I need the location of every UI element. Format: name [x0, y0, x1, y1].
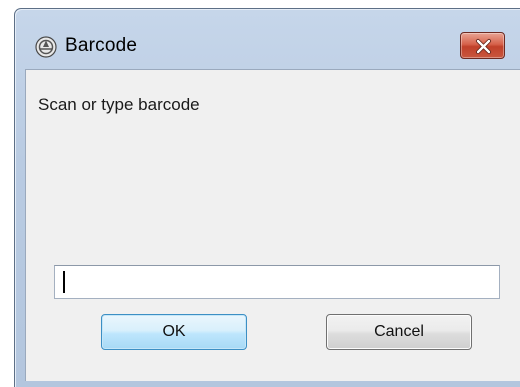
- dialog-body: Scan or type barcode OK Cancel: [25, 69, 520, 381]
- close-icon: [461, 33, 504, 58]
- cancel-button[interactable]: Cancel: [326, 314, 472, 350]
- title-bar[interactable]: Barcode: [15, 9, 520, 67]
- barcode-app-icon: [35, 36, 57, 58]
- text-caret: [63, 271, 65, 293]
- ok-button[interactable]: OK: [101, 314, 247, 350]
- window-title: Barcode: [65, 35, 138, 56]
- barcode-dialog-window: Barcode Scan or type barcode OK Cancel: [14, 8, 520, 387]
- barcode-input[interactable]: [54, 265, 500, 299]
- close-button[interactable]: [460, 32, 505, 59]
- prompt-label: Scan or type barcode: [38, 95, 200, 114]
